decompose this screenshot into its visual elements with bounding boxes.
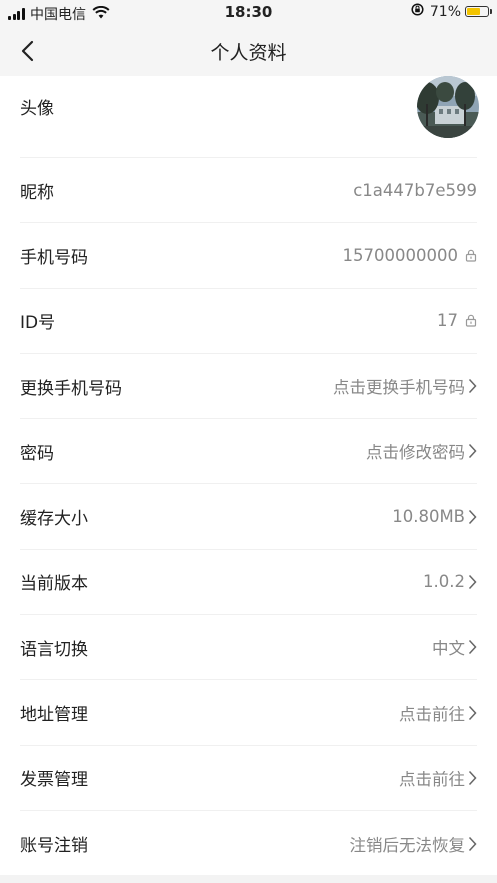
lock-icon	[465, 249, 477, 262]
row-value: 10.80MB	[392, 507, 477, 526]
battery-percent: 71%	[429, 3, 461, 20]
row-label: 密码	[20, 443, 54, 464]
row-password[interactable]: 密码 点击修改密码	[20, 419, 477, 485]
cache-size-value: 10.80MB	[392, 507, 465, 527]
avatar[interactable]	[417, 76, 479, 138]
row-label: 语言切换	[20, 639, 88, 660]
change-phone-value: 点击更换手机号码	[333, 378, 465, 398]
page-title: 个人资料	[210, 42, 287, 64]
row-value: 15700000000	[343, 246, 477, 265]
version-value: 1.0.2	[423, 572, 465, 592]
row-label: 更换手机号码	[20, 378, 122, 399]
row-value: 1.0.2	[423, 572, 477, 591]
chevron-right-icon	[468, 509, 477, 525]
nickname-value: c1a447b7e599	[353, 180, 477, 200]
row-label: 账号注销	[20, 836, 88, 857]
row-language[interactable]: 语言切换 中文	[20, 615, 477, 681]
lock-icon	[465, 314, 477, 327]
phone-value: 15700000000	[342, 245, 458, 265]
chevron-right-icon	[468, 443, 477, 459]
row-value: 中文	[432, 635, 477, 659]
chevron-right-icon	[468, 574, 477, 590]
account-deletion-value: 注销后无法恢复	[349, 835, 466, 855]
address-value: 点击前往	[399, 704, 465, 724]
chevron-right-icon	[468, 378, 477, 394]
row-invoice[interactable]: 发票管理 点击前往	[20, 746, 477, 811]
row-version[interactable]: 当前版本 1.0.2	[20, 550, 477, 616]
battery-icon	[465, 6, 492, 17]
id-value: 17	[437, 311, 458, 331]
password-value: 点击修改密码	[366, 443, 465, 463]
chevron-right-icon	[468, 770, 477, 786]
row-account-deletion[interactable]: 账号注销 注销后无法恢复	[20, 811, 477, 876]
row-value: 点击前往	[399, 701, 477, 725]
language-value: 中文	[432, 639, 465, 659]
row-phone: 手机号码 15700000000	[20, 223, 477, 289]
row-value: 注销后无法恢复	[350, 832, 478, 856]
row-value: 点击前往	[399, 766, 477, 790]
battery-fill	[467, 8, 480, 15]
orientation-lock-icon	[411, 3, 424, 20]
row-change-phone[interactable]: 更换手机号码 点击更换手机号码	[20, 354, 477, 420]
row-address[interactable]: 地址管理 点击前往	[20, 680, 477, 746]
row-label: ID号	[20, 313, 56, 334]
profile-list: 头像 昵称 c1a447b7e599 手机号码 15700000000 ID号 …	[0, 76, 497, 875]
row-label: 头像	[20, 99, 54, 119]
chevron-right-icon	[468, 705, 477, 721]
chevron-right-icon	[468, 639, 477, 655]
row-label: 缓存大小	[20, 509, 88, 530]
row-avatar[interactable]: 头像	[20, 76, 479, 158]
row-label: 手机号码	[20, 247, 88, 268]
row-label: 当前版本	[20, 574, 88, 595]
row-value: 点击更换手机号码	[333, 374, 477, 398]
row-label: 地址管理	[20, 705, 88, 726]
row-cache-size[interactable]: 缓存大小 10.80MB	[20, 484, 477, 550]
status-bar: 中国电信 18:30 71%	[0, 0, 497, 26]
status-right: 71%	[411, 3, 492, 20]
row-label: 昵称	[20, 182, 54, 203]
invoice-value: 点击前往	[399, 769, 465, 789]
row-id: ID号 17	[20, 289, 477, 354]
row-nickname[interactable]: 昵称 c1a447b7e599	[20, 158, 477, 224]
row-label: 发票管理	[20, 770, 88, 791]
chevron-right-icon	[468, 836, 477, 852]
row-value: c1a447b7e599	[353, 181, 477, 200]
nav-bar: 个人资料	[0, 26, 497, 76]
row-value: 点击修改密码	[366, 439, 477, 463]
row-value: 17	[437, 311, 477, 330]
bottom-strip	[0, 875, 497, 883]
